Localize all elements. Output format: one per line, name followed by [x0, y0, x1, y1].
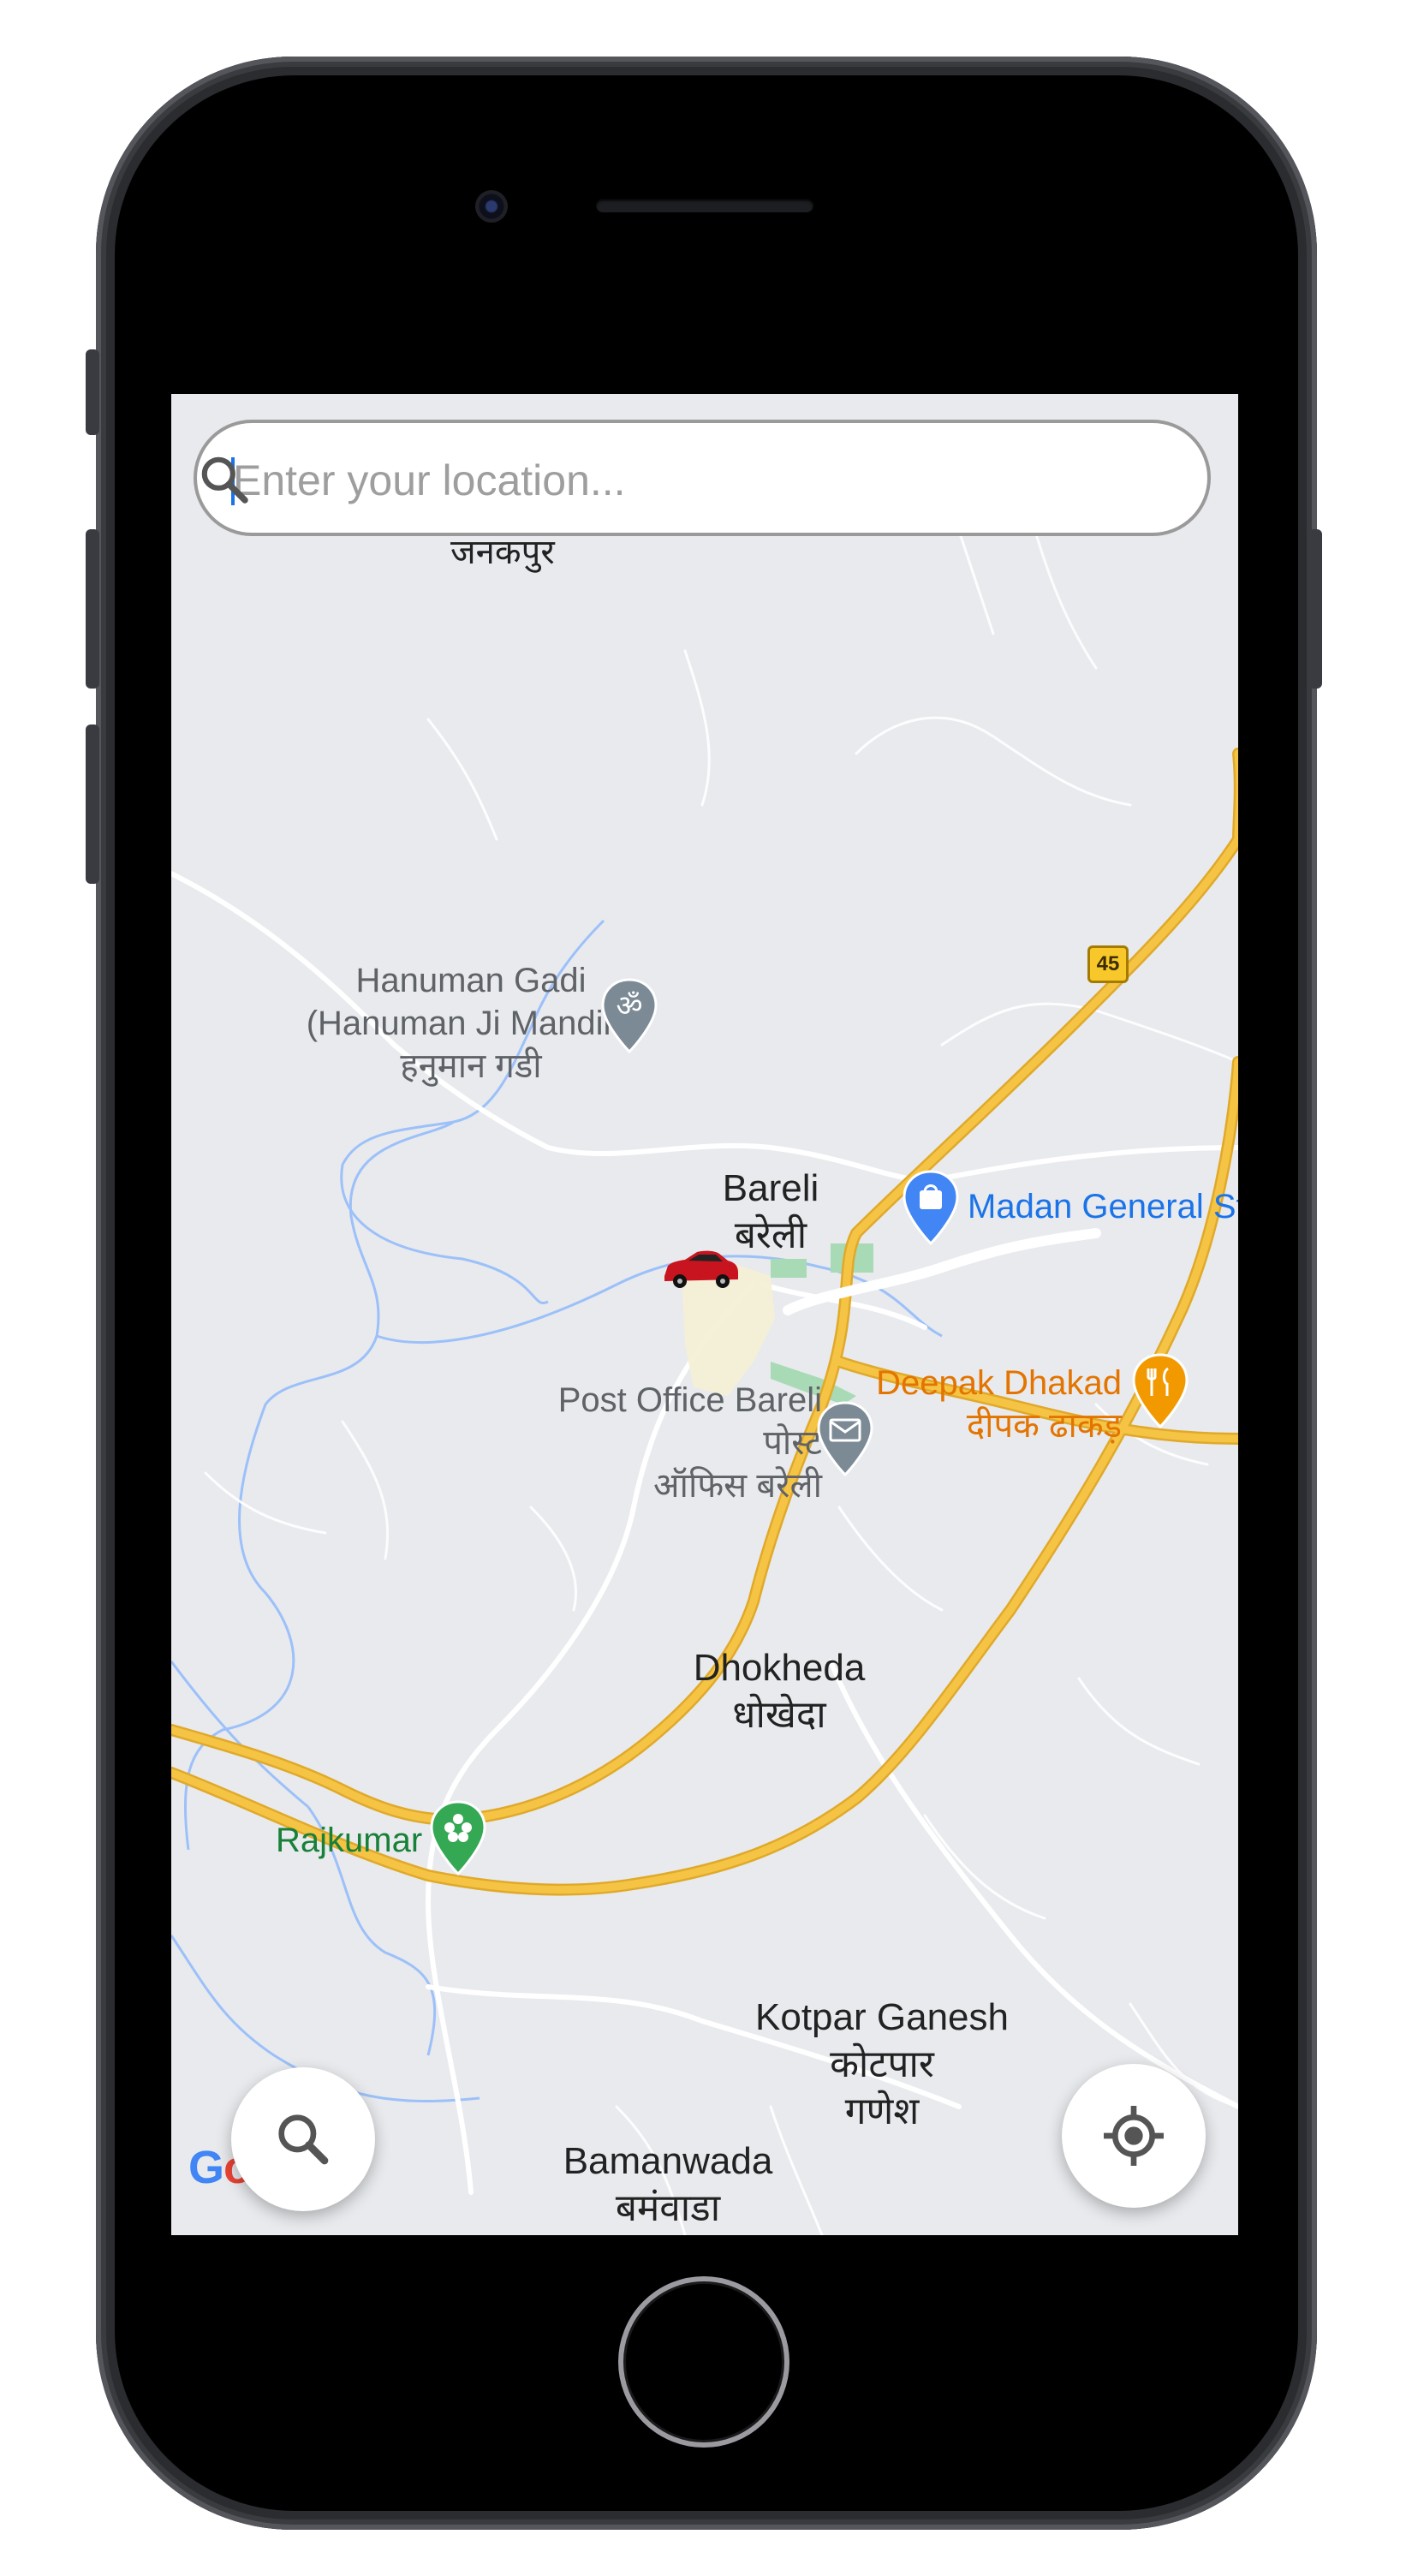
front-camera [475, 190, 508, 223]
search-icon [278, 2114, 329, 2165]
fork-knife-icon[interactable] [1130, 1351, 1190, 1430]
place-name-dhokheda: Dhokheda [693, 1647, 866, 1689]
search-icon[interactable] [197, 452, 252, 507]
highway-shield-45: 45 [1087, 945, 1129, 983]
volume-down-button [86, 724, 99, 884]
poi-label-madan-general-store: Madan General St [968, 1188, 1238, 1225]
poi-label-rajkumar: Rajkumar [276, 1822, 423, 1859]
poi-name-post-office-hi: पोस्ट [763, 1424, 822, 1462]
poi-name-deepak: Deepak Dhakad [876, 1364, 1122, 1402]
place-name-kotpar-hi: कोटपार [830, 2043, 934, 2085]
flower-icon[interactable] [428, 1798, 488, 1877]
place-label-kotpar-ganesh: Kotpar Ganesh कोटपार गणेश [736, 1994, 1028, 2135]
place-name-bamanwada-hi: बमंवाडा [615, 2187, 721, 2229]
poi-name-post-office: Post Office Bareli [557, 1381, 822, 1419]
status-bar [166, 337, 1243, 394]
shopping-bag-icon[interactable] [901, 1168, 961, 1247]
place-name-kotpar-hi-2: गणेश [844, 2090, 920, 2132]
earpiece-speaker [596, 199, 813, 212]
home-button[interactable] [618, 2276, 789, 2448]
power-button [1308, 529, 1322, 689]
mute-switch [86, 349, 99, 435]
poi-name-post-office-hi-2: ऑफिस बरेली [653, 1467, 822, 1505]
place-label-bamanwada: Bamanwada बमंवाडा [514, 2138, 822, 2232]
svg-text:ॐ: ॐ [616, 989, 642, 1023]
poi-name-deepak-hi: दीपक ढाकड़ [966, 1407, 1122, 1445]
place-label-bareli: Bareli बरेली [685, 1165, 856, 1259]
car-marker-icon[interactable] [659, 1247, 742, 1291]
volume-up-button [86, 529, 99, 689]
my-location-icon [1104, 2106, 1164, 2166]
place-name-bareli: Bareli [722, 1167, 819, 1209]
my-location-button[interactable] [1062, 2064, 1206, 2208]
map-roads [171, 478, 1238, 2235]
search-fab-button[interactable] [231, 2067, 375, 2211]
map-view[interactable]: जनकपुर Hanuman Gadi (Hanuman Ji Mandir )… [171, 394, 1238, 2235]
place-name-kotpar: Kotpar Ganesh [755, 1996, 1009, 2038]
location-search-input[interactable] [231, 442, 1091, 519]
poi-label-post-office: Post Office Bareli पोस्ट ऑफिस बरेली [497, 1379, 822, 1507]
place-name-bamanwada: Bamanwada [563, 2140, 773, 2182]
place-label-dhokheda: Dhokheda धोखेदा [668, 1644, 891, 1738]
phone-screen: जनकपुर Hanuman Gadi (Hanuman Ji Mandir )… [166, 337, 1243, 2237]
place-label-janakpur: जनकपुर [450, 534, 555, 571]
place-name-dhokheda-hi: धोखेदा [732, 1694, 826, 1736]
om-icon[interactable]: ॐ [599, 976, 659, 1055]
poi-label-deepak-dhakad: Deepak Dhakad दीपक ढाकड़ [865, 1362, 1122, 1447]
location-search-bar[interactable] [194, 420, 1211, 536]
